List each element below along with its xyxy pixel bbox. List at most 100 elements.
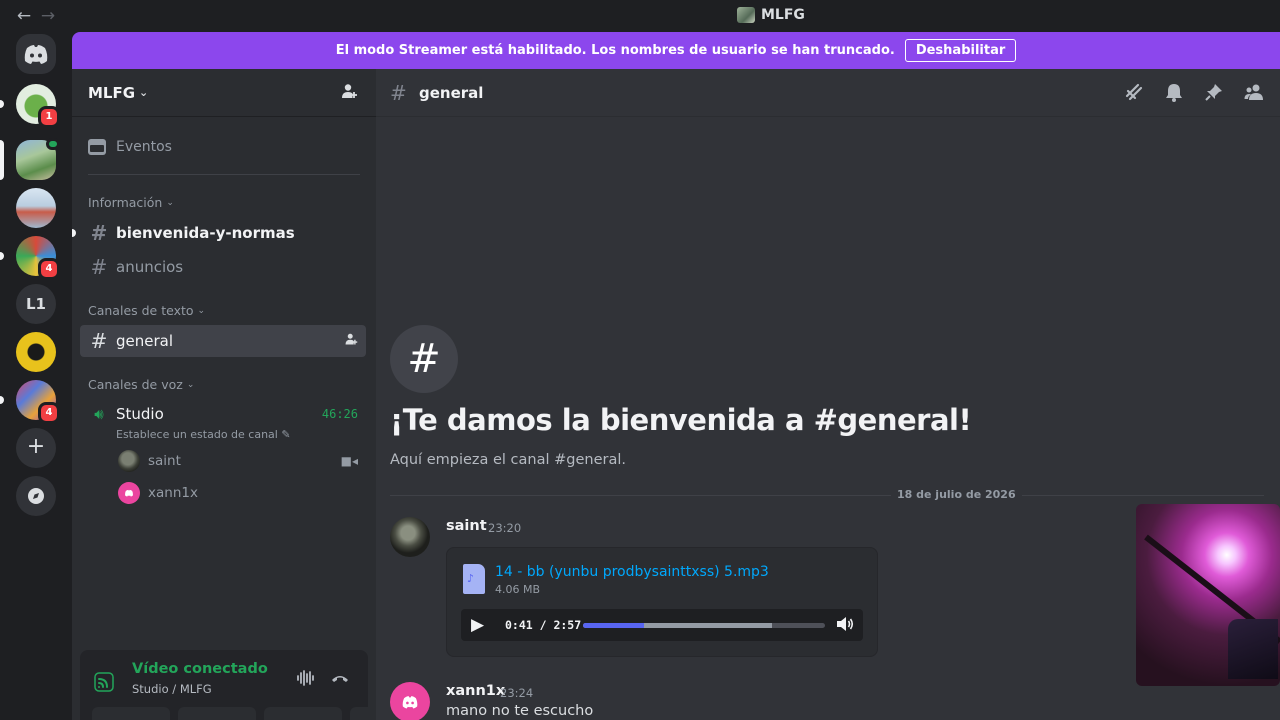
noise-suppression-icon[interactable] — [296, 670, 316, 690]
audio-player: ▶ 0:41 / 2:57 — [461, 609, 863, 641]
header-toolbar — [1124, 82, 1264, 107]
channel-title: general — [419, 83, 484, 102]
play-icon[interactable]: ▶ — [471, 615, 484, 635]
voice-activity-icon — [46, 138, 60, 150]
events-label: Eventos — [116, 139, 172, 155]
window-title: MLFG — [737, 7, 805, 23]
server-icon-snow[interactable] — [16, 188, 56, 228]
unread-indicator — [0, 252, 4, 260]
date-divider-label: 18 de julio de 2026 — [891, 488, 1022, 501]
channel-bienvenida-y-normas[interactable]: # bienvenida-y-normas — [80, 217, 366, 249]
voice-connected-title[interactable]: Vídeo conectado — [132, 661, 268, 677]
unread-indicator — [0, 396, 4, 404]
mention-badge: 4 — [38, 258, 60, 280]
chevron-down-icon: ⌄ — [186, 379, 195, 390]
channel-general[interactable]: # general — [80, 325, 366, 357]
discord-logo-icon — [402, 696, 418, 709]
server-icon-gta[interactable]: 4 — [16, 236, 60, 280]
compass-icon — [28, 488, 44, 504]
arrow-right-icon[interactable]: → — [38, 6, 58, 26]
discord-home-button[interactable] — [16, 34, 56, 74]
message-author[interactable]: xann1x — [446, 683, 505, 699]
welcome-title: ¡Te damos la bienvenida a #general! — [390, 403, 972, 437]
unread-indicator — [0, 100, 4, 108]
voice-connected-subtitle[interactable]: Studio / MLFG — [132, 682, 212, 696]
channel-status-input[interactable]: Establece un estado de canal ✎ — [80, 428, 366, 441]
bell-icon[interactable] — [1164, 82, 1184, 107]
category-info-label: Información — [88, 195, 163, 210]
message-author[interactable]: saint — [446, 518, 487, 534]
channel-header: # general — [376, 69, 1280, 117]
voice-member[interactable]: saint ■◂ — [80, 445, 366, 477]
channel-status-placeholder: Establece un estado de canal — [116, 428, 278, 441]
add-server-button[interactable]: + — [16, 428, 56, 468]
message-timestamp: 23:20 — [488, 521, 522, 535]
audio-progress-bar[interactable] — [583, 623, 825, 628]
date-divider — [390, 495, 1264, 496]
chevron-down-icon: ⌄ — [166, 197, 174, 208]
category-text[interactable]: Canales de texto ⌄ — [88, 303, 205, 318]
category-voice-label: Canales de voz — [88, 377, 183, 392]
calendar-icon — [88, 139, 106, 155]
voice-member[interactable]: xann1x — [80, 477, 366, 509]
title-bar: ← → MLFG — [0, 0, 1280, 32]
message-text: mano no te escucho — [446, 703, 594, 719]
channel-label: bienvenida-y-normas — [116, 224, 295, 242]
avatar[interactable] — [390, 517, 430, 557]
category-text-label: Canales de texto — [88, 303, 194, 318]
avatar — [118, 450, 140, 472]
hashtag-icon: # — [390, 80, 407, 105]
invite-people-icon[interactable] — [338, 82, 360, 104]
server-header[interactable]: MLFG ⌄ — [72, 69, 376, 117]
server-thumbnail-icon — [737, 7, 755, 23]
server-name[interactable]: MLFG ⌄ — [88, 84, 148, 102]
voice-member-name: saint — [148, 453, 181, 469]
disable-streamer-mode-button[interactable]: Deshabilitar — [904, 39, 1017, 62]
audio-file-icon — [463, 564, 485, 594]
disconnect-icon[interactable] — [330, 670, 350, 689]
audio-attachment: 14 - bb (yunbu prodbysainttxss) 5.mp3 4.… — [446, 547, 878, 657]
pin-icon[interactable] — [1204, 82, 1224, 107]
screen-share-button[interactable] — [178, 707, 256, 720]
voice-channel-name: Studio — [116, 405, 164, 423]
channel-anuncios[interactable]: # anuncios — [80, 251, 366, 283]
attachment-file-name[interactable]: 14 - bb (yunbu prodbysainttxss) 5.mp3 — [495, 564, 769, 580]
category-info[interactable]: Información ⌄ — [88, 195, 174, 210]
arrow-left-icon[interactable]: ← — [14, 6, 34, 26]
welcome-subtitle: Aquí empieza el canal #general. — [390, 452, 627, 468]
server-icon-yellow[interactable] — [16, 332, 56, 372]
speaker-icon: 🔊︎ — [94, 405, 104, 423]
channel-label: anuncios — [116, 258, 184, 276]
discover-button[interactable] — [16, 476, 56, 516]
server-icon-l1[interactable]: L1 — [16, 284, 56, 324]
audio-time: 0:41 / 2:57 — [505, 618, 582, 632]
audio-progress — [583, 623, 644, 628]
pencil-icon: ✎ — [281, 428, 291, 441]
plus-icon: + — [26, 434, 46, 459]
voice-channel-studio: 🔊︎ Studio 46:26 Establece un estado de c… — [80, 402, 366, 509]
category-voice[interactable]: Canales de voz ⌄ — [88, 377, 194, 392]
voice-timer: 46:26 — [321, 407, 358, 421]
selected-indicator — [0, 140, 4, 180]
avatar[interactable] — [390, 682, 430, 720]
events-item[interactable]: Eventos — [80, 127, 360, 167]
server-name-text: MLFG — [88, 83, 136, 102]
unread-indicator — [72, 229, 76, 237]
activities-button[interactable] — [264, 707, 342, 720]
video-stream-preview[interactable] — [1136, 504, 1280, 686]
invite-icon[interactable] — [344, 332, 358, 350]
members-list-icon[interactable] — [1244, 82, 1264, 107]
server-icon-mlfg[interactable] — [16, 138, 60, 180]
mention-badge: 4 — [38, 402, 60, 424]
server-icon-gta-collage[interactable]: 4 — [16, 380, 60, 424]
voice-channel-row[interactable]: 🔊︎ Studio 46:26 — [80, 402, 366, 426]
server-icon-turtle[interactable]: 1 — [16, 84, 60, 128]
hashtag-icon: # — [90, 255, 108, 279]
streamer-mode-banner: El modo Streamer está habilitado. Los no… — [72, 32, 1280, 69]
discord-logo-icon — [24, 45, 48, 64]
threads-icon[interactable] — [1124, 82, 1144, 107]
volume-icon[interactable] — [835, 614, 855, 639]
camera-button[interactable] — [92, 707, 170, 720]
message-timestamp: 23:24 — [500, 686, 534, 700]
window-title-text: MLFG — [761, 7, 805, 23]
